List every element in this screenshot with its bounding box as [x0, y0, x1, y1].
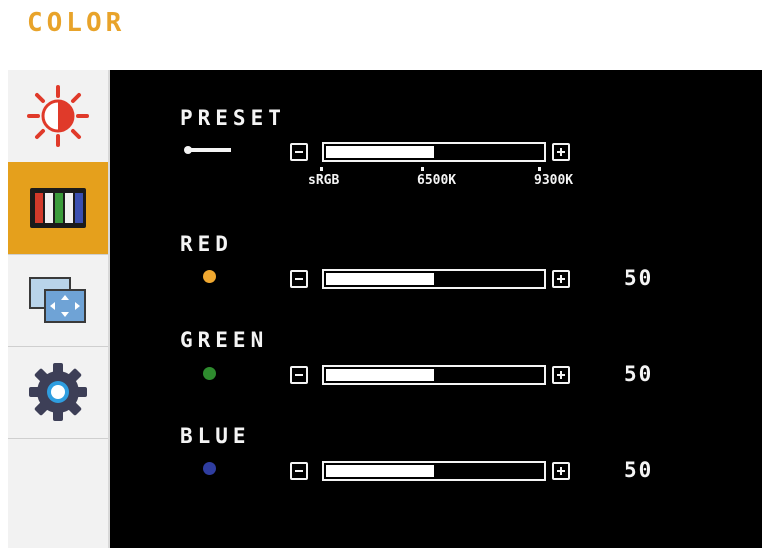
- blue-slider[interactable]: [322, 461, 546, 481]
- preset-label: PRESET: [180, 106, 286, 130]
- color-bars-icon: [30, 188, 86, 228]
- settings-gear-icon: [29, 363, 87, 421]
- green-slider[interactable]: [322, 365, 546, 385]
- preset-decrease-button[interactable]: [290, 143, 308, 161]
- red-slider[interactable]: [322, 269, 546, 289]
- preset-increase-button[interactable]: [552, 143, 570, 161]
- green-label: GREEN: [180, 328, 269, 352]
- preset-option-6500k: 6500K: [417, 173, 457, 188]
- preset-slider[interactable]: [322, 142, 546, 162]
- red-label: RED: [180, 232, 233, 256]
- sidebar: [8, 70, 110, 548]
- preset-option-srgb: sRGB: [308, 173, 340, 188]
- green-slider-fill: [326, 369, 434, 381]
- sidebar-item-image[interactable]: [8, 254, 108, 347]
- green-increase-button[interactable]: [552, 366, 570, 384]
- blue-slider-fill: [326, 465, 434, 477]
- preset-option-9300k: 9300K: [534, 173, 574, 188]
- blue-dot-icon: [203, 462, 216, 475]
- red-decrease-button[interactable]: [290, 270, 308, 288]
- key-icon: [184, 146, 231, 154]
- red-value: 50: [624, 266, 654, 290]
- sidebar-item-picture[interactable]: [8, 70, 108, 163]
- brightness-contrast-icon: [27, 85, 89, 147]
- preset-tick: [320, 167, 323, 171]
- preset-tick: [538, 167, 541, 171]
- blue-value: 50: [624, 458, 654, 482]
- blue-decrease-button[interactable]: [290, 462, 308, 480]
- sidebar-item-setup[interactable]: [8, 346, 108, 439]
- blue-increase-button[interactable]: [552, 462, 570, 480]
- preset-slider-fill: [326, 146, 434, 158]
- color-settings-panel: PRESET sRGB 6500K 9300K RED 50 GREEN 50 …: [110, 70, 762, 548]
- sidebar-item-color[interactable]: [8, 162, 108, 255]
- red-increase-button[interactable]: [552, 270, 570, 288]
- green-decrease-button[interactable]: [290, 366, 308, 384]
- red-slider-fill: [326, 273, 434, 285]
- image-position-icon: [29, 277, 86, 323]
- green-value: 50: [624, 362, 654, 386]
- blue-label: BLUE: [180, 424, 251, 448]
- menu-title: COLOR: [27, 8, 126, 38]
- green-dot-icon: [203, 367, 216, 380]
- preset-tick: [421, 167, 424, 171]
- sidebar-item-extra: [8, 438, 108, 530]
- red-dot-icon: [203, 270, 216, 283]
